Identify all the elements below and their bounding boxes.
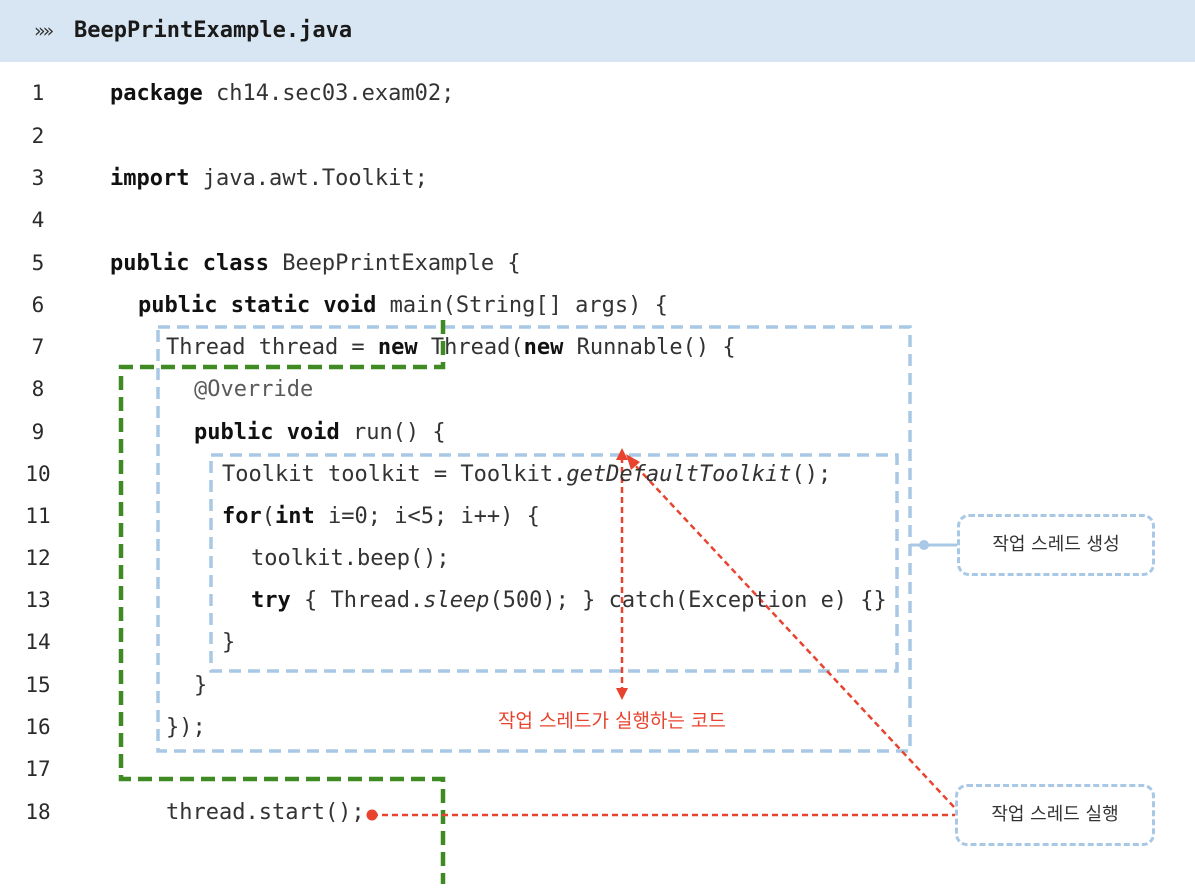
code-token: Thread thread =: [166, 335, 378, 360]
line-number: 11: [25, 504, 51, 528]
code-line: 5 public class BeepPrintExample {: [0, 243, 1195, 285]
code-line: 1 package ch14.sec03.exam02;: [0, 73, 1195, 115]
code-token: sleep: [423, 588, 490, 613]
code-token: Toolkit toolkit = Toolkit.: [222, 462, 567, 487]
line-number: 2: [31, 124, 45, 148]
code-text: Thread thread = new Thread(new Runnable(…: [166, 335, 736, 360]
code-text: import java.awt.Toolkit;: [110, 166, 428, 191]
code-text: package ch14.sec03.exam02;: [110, 81, 454, 106]
code-keyword: int: [275, 504, 315, 529]
code-token: (: [261, 504, 275, 529]
line-number: 7: [31, 335, 45, 359]
code-line: 2: [0, 116, 1195, 158]
code-keyword: for: [222, 504, 262, 529]
code-text: }: [194, 673, 207, 698]
code-keyword: public class: [110, 251, 269, 276]
line-number: 9: [31, 420, 45, 444]
code-text: try { Thread.sleep(500); } catch(Excepti…: [251, 588, 887, 613]
code-text: public void run() {: [194, 420, 446, 445]
line-number: 12: [25, 546, 51, 570]
code-line: 3 import java.awt.Toolkit;: [0, 158, 1195, 200]
line-number: 17: [25, 757, 51, 781]
code-line: 9 public void run() {: [0, 412, 1195, 454]
code-token: thread.start();: [166, 800, 365, 825]
code-text: });: [166, 715, 206, 740]
code-token: Runnable() {: [563, 335, 736, 360]
code-keyword: new: [377, 335, 418, 360]
code-token: { Thread.: [290, 588, 424, 613]
code-token: ch14.sec03.exam02;: [202, 81, 455, 106]
line-number: 10: [25, 462, 51, 486]
code-token: i=0; i<5; i++) {: [314, 504, 540, 529]
code-text: public class BeepPrintExample {: [110, 251, 521, 276]
code-keyword: public void: [194, 420, 340, 445]
thread-runs-code-label: 작업 스레드가 실행하는 코드: [498, 710, 726, 732]
line-number: 3: [31, 166, 45, 190]
code-token: ();: [791, 462, 832, 487]
code-token: main(String[] args) {: [376, 293, 668, 318]
code-line: 8 @Override: [0, 369, 1195, 411]
code-keyword: package: [110, 81, 203, 106]
code-line: 14}: [0, 622, 1195, 664]
code-token: }: [222, 630, 236, 655]
line-number: 18: [25, 800, 51, 824]
code-line: 6 public static void main(String[] args) …: [0, 285, 1195, 327]
callout-create-thread-label: 작업 스레드 생성: [992, 534, 1120, 555]
code-keyword: public static void: [138, 293, 377, 318]
code-text: }: [222, 630, 235, 655]
callout-run-thread-label: 작업 스레드 실행: [991, 804, 1119, 825]
line-number: 6: [31, 293, 45, 317]
line-number: 5: [31, 251, 45, 275]
code-listing: 1 package ch14.sec03.exam02; 2 3 import java…: [0, 0, 1195, 889]
line-number: 13: [25, 588, 51, 612]
code-line: 10 Toolkit toolkit = Toolkit.getDefaultTo…: [0, 454, 1195, 496]
code-line: 13 try { Thread.sleep(500); } catch(Excep…: [0, 580, 1195, 622]
code-token: (500); } catch(Exception e) {}: [489, 588, 887, 613]
code-token: });: [166, 715, 206, 740]
code-text: @Override: [194, 377, 313, 402]
line-number: 1: [31, 81, 45, 105]
code-line: 15}: [0, 665, 1195, 707]
code-keyword: try: [251, 588, 291, 613]
callout-create-thread: 작업 스레드 생성: [957, 514, 1155, 576]
code-token: java.awt.Toolkit;: [189, 166, 428, 191]
code-text: for(int i=0; i<5; i++) {: [222, 504, 540, 529]
code-token: toolkit.beep();: [251, 546, 450, 571]
code-line: 4: [0, 200, 1195, 242]
line-number: 14: [25, 630, 51, 654]
code-token: BeepPrintExample {: [268, 251, 521, 276]
code-text: public static void main(String[] args) {: [138, 293, 668, 318]
code-text: Toolkit toolkit = Toolkit.getDefaultTool…: [222, 462, 831, 487]
line-number: 16: [25, 715, 51, 739]
line-number: 8: [31, 377, 45, 401]
callout-run-thread: 작업 스레드 실행: [955, 784, 1155, 846]
line-number: 4: [31, 208, 45, 232]
code-token: }: [194, 673, 208, 698]
code-token: getDefaultToolkit: [566, 462, 792, 487]
code-line: 7 Thread thread = new Thread(new Runnable…: [0, 327, 1195, 369]
code-token: @Override: [194, 377, 314, 402]
code-token: Thread(: [417, 335, 524, 360]
line-number: 15: [25, 673, 51, 697]
code-keyword: new: [523, 335, 564, 360]
code-token: run() {: [339, 420, 446, 445]
code-keyword: import: [110, 166, 190, 191]
code-text: toolkit.beep();: [251, 546, 450, 571]
code-text: thread.start();: [166, 800, 365, 825]
